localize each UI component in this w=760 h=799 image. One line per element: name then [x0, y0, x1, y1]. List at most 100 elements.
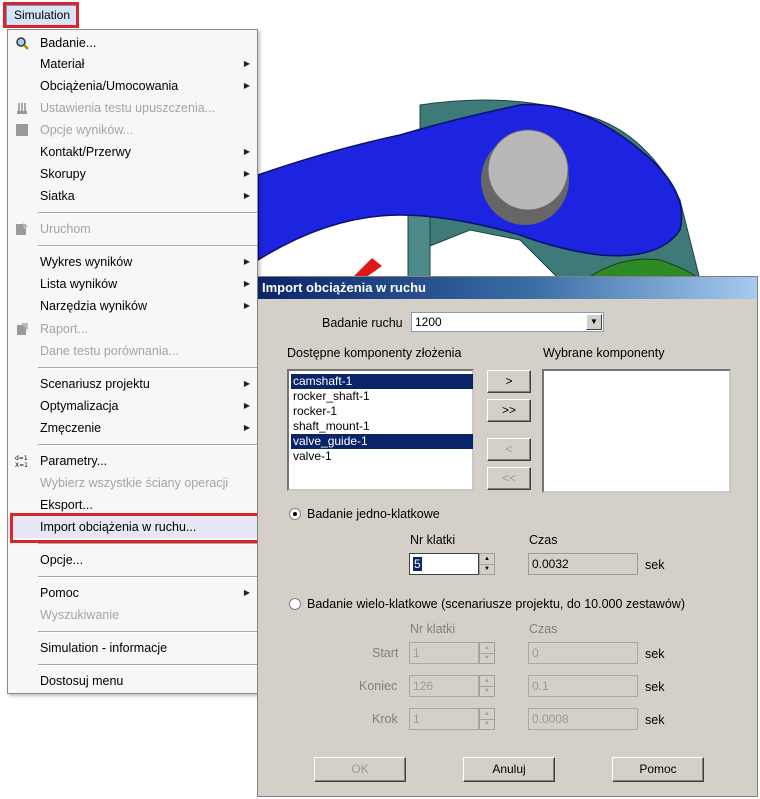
- menu-item-lista-wynikow[interactable]: Lista wyników ▶: [8, 273, 257, 295]
- submenu-arrow-icon: ▶: [243, 401, 250, 410]
- spin-down-icon[interactable]: ▼: [480, 686, 494, 696]
- menu-separator: [38, 631, 257, 633]
- time-value: 0.0032: [532, 557, 569, 571]
- svg-text:X=1: X=1: [15, 462, 28, 468]
- menu-separator: [38, 245, 257, 247]
- cancel-button[interactable]: Anuluj: [463, 757, 555, 782]
- start-label: Start: [372, 646, 399, 660]
- available-components-list[interactable]: camshaft-1 rocker_shaft-1 rocker-1 shaft…: [287, 369, 474, 491]
- menu-item-uruchom: Uruchom: [8, 218, 257, 240]
- submenu-arrow-icon: ▶: [243, 301, 250, 310]
- menu-item-label: Scenariusz projektu: [40, 377, 150, 391]
- menu-item-label: Pomoc: [40, 586, 79, 600]
- spin-down-icon[interactable]: ▼: [480, 719, 494, 729]
- menu-item-pomoc[interactable]: Pomoc ▶: [8, 582, 257, 604]
- menu-item-zmeczenie[interactable]: Zmęczenie ▶: [8, 417, 257, 439]
- end-unit-label: sek: [645, 680, 665, 694]
- frame-number-stepper[interactable]: ▲ ▼: [479, 553, 495, 575]
- list-item[interactable]: rocker_shaft-1: [291, 389, 473, 404]
- menu-item-label: Skorupy: [40, 167, 86, 181]
- ok-button[interactable]: OK: [314, 757, 406, 782]
- menu-item-label: Lista wyników: [40, 277, 118, 291]
- frame-number-value: 5: [413, 557, 422, 571]
- end-frame-stepper[interactable]: ▲ ▼: [479, 675, 495, 697]
- magnifier-icon: [16, 37, 29, 50]
- add-all-components-button[interactable]: >>: [487, 399, 531, 422]
- highlight-box-import-item: [10, 513, 262, 543]
- submenu-arrow-icon: ▶: [243, 279, 250, 288]
- menu-item-label: Wyszukiwanie: [40, 608, 120, 622]
- menu-item-material[interactable]: Materiał ▶: [8, 53, 257, 75]
- step-label: Krok: [372, 712, 398, 726]
- start-frame-value: 1: [413, 646, 420, 660]
- help-button[interactable]: Pomoc: [612, 757, 704, 782]
- time-label: Czas: [529, 533, 558, 547]
- list-item[interactable]: shaft_mount-1: [291, 419, 473, 434]
- menu-separator: [38, 212, 257, 214]
- menu-item-optymalizacja[interactable]: Optymalizacja ▶: [8, 395, 257, 417]
- submenu-arrow-icon: ▶: [243, 423, 250, 432]
- parameters-icon: d=1X=1: [15, 455, 28, 468]
- motion-study-select[interactable]: 1200 ▼: [411, 312, 604, 332]
- list-item[interactable]: valve_guide-1: [291, 434, 473, 449]
- pin-top: [487, 129, 569, 211]
- menu-item-simulation-informacje[interactable]: Simulation - informacje: [8, 637, 257, 659]
- menu-item-label: Parametry...: [40, 454, 108, 468]
- start-frame-stepper[interactable]: ▲ ▼: [479, 642, 495, 664]
- menu-item-label: Opcje...: [40, 553, 84, 567]
- submenu-arrow-icon: ▶: [243, 191, 250, 200]
- menu-item-kontakt[interactable]: Kontakt/Przerwy ▶: [8, 141, 257, 163]
- chevron-down-icon[interactable]: ▼: [586, 314, 602, 330]
- menu-item-badanie[interactable]: Badanie...: [8, 32, 257, 54]
- menu-separator: [38, 444, 257, 446]
- single-frame-label: Badanie jedno-klatkowe: [307, 507, 440, 521]
- menu-item-skorupy[interactable]: Skorupy ▶: [8, 163, 257, 185]
- menu-item-label: Zmęczenie: [40, 421, 102, 435]
- menu-item-label: Optymalizacja: [40, 399, 119, 413]
- spin-down-icon[interactable]: ▼: [480, 564, 494, 574]
- list-item[interactable]: camshaft-1: [291, 374, 473, 389]
- remove-all-components-button[interactable]: <<: [487, 467, 531, 490]
- dialog-title: Import obciążenia w ruchu: [258, 277, 757, 299]
- submenu-arrow-icon: ▶: [243, 147, 250, 156]
- end-frame-input[interactable]: 126: [409, 675, 479, 697]
- menu-item-dostosuj-menu[interactable]: Dostosuj menu: [8, 670, 257, 692]
- menu-item-siatka[interactable]: Siatka ▶: [8, 185, 257, 207]
- svg-text:d=1: d=1: [15, 455, 28, 462]
- multi-frame-radio[interactable]: [289, 598, 301, 610]
- add-component-button[interactable]: >: [487, 370, 531, 393]
- frame-number-input[interactable]: 5: [409, 553, 479, 575]
- end-time-value: 0.1: [532, 679, 549, 693]
- menu-item-label: Wybierz wszystkie ściany operacji: [40, 476, 229, 490]
- menu-item-narzedzia-wynikow[interactable]: Narzędzia wyników ▶: [8, 295, 257, 317]
- report-icon: [17, 323, 28, 335]
- single-frame-radio[interactable]: [289, 508, 301, 520]
- step-frame-input[interactable]: 1: [409, 708, 479, 730]
- menu-item-label: Dane testu porównania...: [40, 344, 179, 358]
- start-time-field: 0: [528, 642, 638, 664]
- menu-item-wybierz-sciany: Wybierz wszystkie ściany operacji: [8, 472, 257, 494]
- step-frame-stepper[interactable]: ▲ ▼: [479, 708, 495, 730]
- menu-item-dane-testu: Dane testu porównania...: [8, 340, 257, 362]
- menu-item-wykres-wynikow[interactable]: Wykres wyników ▶: [8, 251, 257, 273]
- list-item[interactable]: valve-1: [291, 449, 473, 464]
- remove-component-button[interactable]: <: [487, 438, 531, 461]
- start-frame-input[interactable]: 1: [409, 642, 479, 664]
- menu-item-parametry[interactable]: d=1 X=1 Parametry...: [8, 450, 257, 472]
- menu-item-label: Wykres wyników: [40, 255, 133, 269]
- menu-item-label: Siatka: [40, 189, 75, 203]
- step-unit-label: sek: [645, 713, 665, 727]
- spin-down-icon[interactable]: ▼: [480, 653, 494, 663]
- end-frame-value: 126: [413, 679, 434, 693]
- step-time-value: 0.0008: [532, 712, 569, 726]
- radio-dot-icon: [293, 512, 297, 516]
- menu-item-opcje[interactable]: Opcje...: [8, 549, 257, 571]
- selected-components-label: Wybrane komponenty: [543, 346, 665, 360]
- list-item[interactable]: rocker-1: [291, 404, 473, 419]
- menu-item-wyszukiwanie: Wyszukiwanie: [8, 604, 257, 626]
- menu-item-obciazenia[interactable]: Obciążenia/Umocowania ▶: [8, 75, 257, 97]
- drop-test-icon: [17, 103, 27, 114]
- menu-item-scenariusz[interactable]: Scenariusz projektu ▶: [8, 373, 257, 395]
- selected-components-list[interactable]: [542, 369, 731, 493]
- available-components-label: Dostępne komponenty złożenia: [287, 346, 462, 360]
